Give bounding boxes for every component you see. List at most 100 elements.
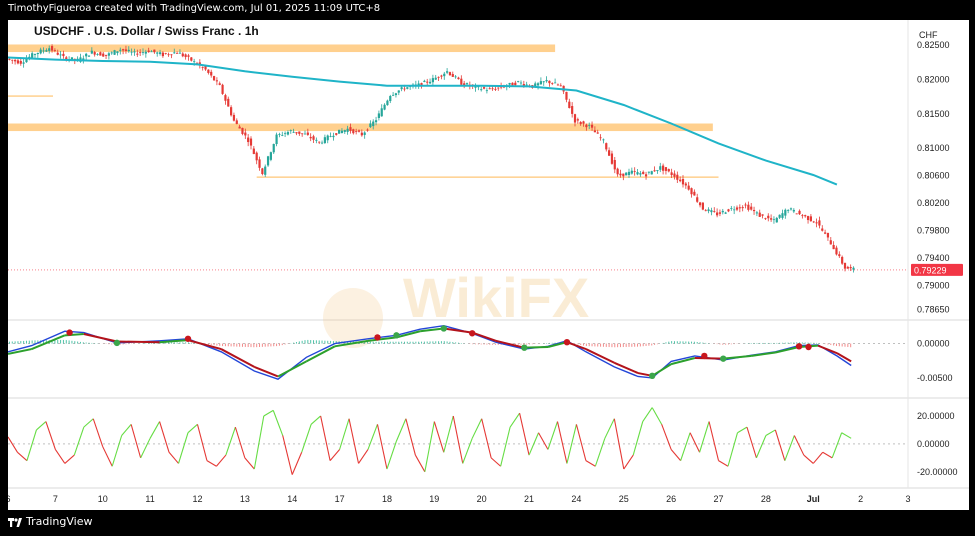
candle-body [772,219,776,221]
oscillator-segment [822,451,833,459]
candle-body [349,127,352,131]
candle-body [619,173,622,176]
candle-body [90,50,93,54]
oscillator-segment [642,407,653,422]
macd-signal-segment [495,339,525,349]
candle-body [733,209,736,211]
oscillator-segment [339,418,350,450]
candle-body [519,82,523,84]
candle-body [622,173,625,177]
price-axis-tick: 0.80200 [917,198,950,208]
candle-body [664,167,668,171]
candle-body [139,52,142,54]
oscillator-segment [604,418,615,439]
resistance-zone [8,95,53,97]
candle-body [161,52,164,57]
candle-body [559,85,562,87]
candle-body [687,185,690,190]
time-axis-tick: 26 [666,494,676,504]
candle-body [679,179,682,182]
candle-body [568,101,571,109]
oscillator-segment [651,407,663,425]
candle-body [355,131,358,132]
candle-body [684,183,687,186]
candle-body [136,53,139,55]
time-axis-tick: 13 [240,494,250,504]
candle-body [224,95,227,101]
candle-body [613,160,616,170]
candle-body [741,207,744,209]
chart-canvas[interactable]: WikiFX 0.82500 0.82000 0.81500 0.81000 0.8060… [8,20,969,510]
candle-body [744,204,747,206]
candle-body [113,50,116,55]
macd-signal-segment [694,356,724,360]
macd-cross-down-dot [701,352,708,360]
candle-body [710,210,713,213]
candle-body [278,134,281,135]
candle-body [727,209,730,212]
candle-body [696,197,699,202]
macd-cross-down-dot [66,329,73,336]
candle-body [571,106,574,114]
oscillator-segment [54,449,66,464]
candle-body [167,54,170,56]
macd-signal-segment [651,363,672,377]
macd-signal-segment [585,348,615,364]
candle-body [289,130,292,132]
time-axis-tick: 11 [145,494,154,504]
resistance-zone [8,123,713,132]
candle-body [627,171,631,176]
candle-body [497,87,500,89]
candle-body [93,52,96,55]
oscillator-segment [623,454,634,470]
oscillator-segment [746,426,757,459]
candle-body [446,71,449,73]
oscillator-segment [130,424,142,459]
candle-body [193,61,196,63]
candle-body [770,218,773,220]
candle-body [258,159,261,168]
oscillator-axis-tick: 0.00000 [917,439,950,449]
candle-body [298,131,301,134]
candle-body [36,52,39,55]
candle-body [846,266,849,269]
macd-cross-down-dot [795,343,803,350]
oscillator-segment [519,413,530,456]
chart-area[interactable]: WikiFX 0.82500 0.82000 0.81500 0.81000 0.8060… [8,20,969,510]
candle-body [824,232,827,234]
time-axis-tick: 21 [524,494,534,504]
candle-body [494,88,497,90]
oscillator-segment [585,460,596,467]
candle-body [798,210,801,215]
oscillator-segment [121,423,132,436]
candle-body [750,206,753,210]
price-axis-tick: 0.82500 [917,40,950,50]
candle-body [548,80,551,84]
chart-title: USDCHF . U.S. Dollar / Swiss Franc . 1h [34,24,259,38]
candle-body [380,108,383,117]
oscillator-segment [92,418,104,447]
candle-body [642,171,645,175]
candle-body [352,129,355,134]
candle-body [301,133,304,135]
candle-body [158,52,162,54]
oscillator-segment [718,460,729,467]
oscillator-segment [45,421,56,450]
candle-body [605,143,608,150]
candle-body [170,54,173,56]
candle-body [99,52,102,56]
oscillator-segment [443,415,454,453]
oscillator-segment [405,418,416,456]
candle-body [144,51,147,54]
candle-body [730,208,733,209]
oscillator-segment [244,457,255,470]
candle-body [269,152,272,160]
candle-body [335,133,338,135]
candle-body [340,130,344,134]
candle-body [482,87,486,89]
last-price-label: 0.79229 [914,265,947,275]
macd-cross-up-dot [521,344,528,351]
candle-body [190,57,193,61]
candle-body [326,135,329,141]
oscillator-segment [680,432,691,461]
